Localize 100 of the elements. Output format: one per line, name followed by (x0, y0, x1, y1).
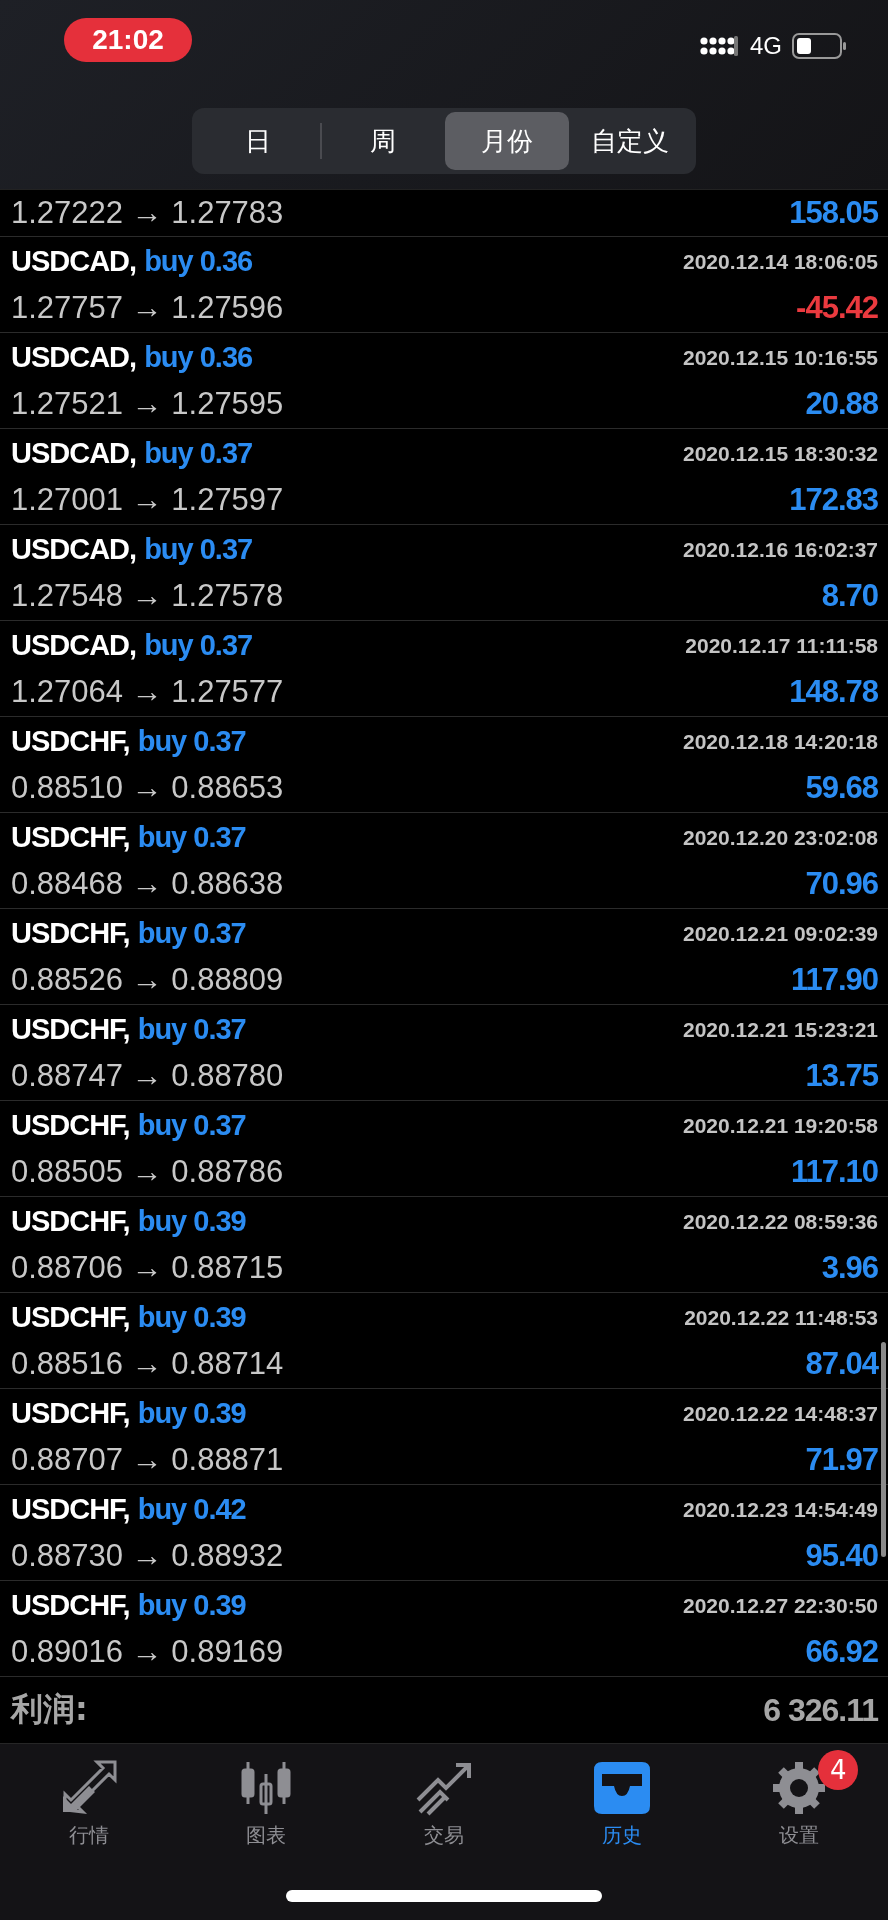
deal-time: 2020.12.18 14:20:18 (683, 729, 878, 754)
symbol-label: USDCAD, (11, 341, 137, 374)
total-profit: 6 326.11 (763, 1691, 878, 1729)
profit-value: -45.42 (796, 289, 878, 326)
profit-value: 13.75 (805, 1057, 878, 1094)
price-range: 0.88707 → 0.88871 (11, 1441, 284, 1478)
tab-label: 行情 (68, 1822, 109, 1849)
status-time: 21:02 (64, 18, 192, 62)
price-range: 0.88747 → 0.88780 (11, 1057, 284, 1094)
profit-value: 59.68 (805, 769, 878, 806)
price-range: 1.27001 → 1.27597 (11, 481, 284, 518)
order-type: buy 0.36 (144, 341, 253, 374)
deal-time: 2020.12.16 16:02:37 (683, 537, 878, 562)
price-range: 1.27548 → 1.27578 (11, 577, 284, 614)
profit-value: 66.92 (805, 1633, 878, 1670)
symbol-label: USDCHF, (11, 1493, 130, 1526)
order-type: buy 0.37 (137, 821, 246, 854)
symbol-label: USDCAD, (11, 245, 137, 278)
order-type: buy 0.37 (137, 1109, 246, 1142)
deal-time: 2020.12.17 11:11:58 (685, 633, 878, 658)
deal-time: 2020.12.23 14:54:49 (683, 1497, 878, 1522)
order-type: buy 0.37 (144, 629, 253, 662)
deal-time: 2020.12.22 14:48:37 (683, 1401, 878, 1426)
deal-time: 2020.12.14 18:06:05 (683, 249, 878, 274)
period-tab[interactable]: 自定义 (568, 112, 692, 170)
profit-value: 117.90 (790, 961, 878, 998)
tab-bar-item[interactable]: 历史 (532, 1750, 711, 1849)
signal-icon (700, 35, 740, 57)
notification-badge: 4 (818, 1750, 859, 1790)
battery-icon (792, 33, 848, 59)
order-type: buy 0.37 (144, 437, 253, 470)
tab-bar-item[interactable]: 图表 (177, 1750, 356, 1849)
price-range: 0.88706 → 0.88715 (11, 1249, 284, 1286)
deal-time: 2020.12.21 15:23:21 (683, 1017, 878, 1042)
price-range: 0.88468 → 0.88638 (11, 865, 284, 902)
price-range: 1.27064 → 1.27577 (11, 673, 284, 710)
tab-label: 历史 (601, 1822, 642, 1849)
symbol-label: USDCHF, (11, 1109, 130, 1142)
tab-label: 图表 (246, 1822, 287, 1849)
profit-value: 70.96 (805, 865, 878, 902)
order-type: buy 0.39 (137, 1301, 246, 1334)
deal-time: 2020.12.15 10:16:55 (683, 345, 878, 370)
price-range: 0.88526 → 0.88809 (11, 961, 284, 998)
network-label: 4G (750, 32, 782, 60)
price-range: 1.27757 → 1.27596 (11, 289, 284, 326)
profit-value: 71.97 (805, 1441, 878, 1478)
period-tab[interactable]: 月份 (445, 112, 569, 170)
deal-time: 2020.12.22 08:59:36 (683, 1209, 878, 1234)
profit-value: 158.05 (789, 195, 878, 231)
order-type: buy 0.37 (144, 533, 253, 566)
inbox-icon (591, 1760, 652, 1816)
price-range: 0.89016 → 0.89169 (11, 1633, 284, 1670)
order-type: buy 0.39 (137, 1205, 246, 1238)
tab-label: 交易 (424, 1822, 464, 1849)
tab-bar-item[interactable]: 行情 (0, 1750, 178, 1849)
profit-value: 8.70 (821, 577, 878, 614)
deal-time: 2020.12.15 18:30:32 (683, 441, 878, 466)
order-type: buy 0.36 (144, 245, 253, 278)
deal-time: 2020.12.21 09:02:39 (683, 921, 878, 946)
price-range: 0.88730 → 0.88932 (11, 1537, 284, 1574)
price-range: 1.27222 → 1.27783 (11, 195, 284, 231)
tab-label: 设置 (779, 1822, 820, 1849)
symbol-label: USDCAD, (11, 629, 137, 662)
price-range: 0.88505 → 0.88786 (11, 1153, 284, 1190)
order-type: buy 0.42 (137, 1493, 246, 1526)
price-range: 1.27521 → 1.27595 (11, 385, 284, 422)
profit-value: 20.88 (805, 385, 878, 422)
profit-value: 87.04 (805, 1345, 878, 1382)
symbol-label: USDCHF, (11, 1205, 130, 1238)
symbol-label: USDCHF, (11, 917, 130, 950)
order-type: buy 0.37 (137, 725, 246, 758)
trend-arrow-icon (414, 1760, 474, 1816)
symbol-label: USDCHF, (11, 1589, 130, 1622)
symbol-label: USDCHF, (11, 1397, 130, 1430)
price-range: 0.88516 → 0.88714 (11, 1345, 284, 1382)
symbol-label: USDCHF, (11, 1013, 130, 1046)
tab-bar-item[interactable]: 交易 (355, 1750, 533, 1849)
deal-time: 2020.12.27 22:30:50 (683, 1593, 878, 1618)
order-type: buy 0.39 (137, 1397, 246, 1430)
profit-value: 172.83 (789, 481, 878, 518)
order-type: buy 0.39 (137, 1589, 246, 1622)
symbol-label: USDCHF, (11, 1301, 130, 1334)
symbol-label: USDCAD, (11, 533, 137, 566)
symbol-label: USDCAD, (11, 437, 137, 470)
order-type: buy 0.37 (137, 917, 246, 950)
symbol-label: USDCHF, (11, 821, 130, 854)
period-tab[interactable]: 日 (196, 112, 320, 170)
profit-value: 117.10 (790, 1153, 878, 1190)
tab-bar-item[interactable]: 设置 4 (710, 1750, 888, 1849)
profit-value: 148.78 (789, 673, 878, 710)
symbol-label: USDCHF, (11, 725, 130, 758)
price-range: 0.88510 → 0.88653 (11, 769, 284, 806)
profit-value: 3.96 (821, 1249, 878, 1286)
order-type: buy 0.37 (137, 1013, 246, 1046)
deal-time: 2020.12.22 11:48:53 (684, 1305, 878, 1330)
deal-time: 2020.12.20 23:02:08 (683, 825, 878, 850)
profit-value: 95.40 (805, 1537, 878, 1574)
deal-time: 2020.12.21 19:20:58 (683, 1113, 878, 1138)
period-tab[interactable]: 周 (321, 112, 445, 170)
profit-label: 利润: (11, 1689, 88, 1730)
